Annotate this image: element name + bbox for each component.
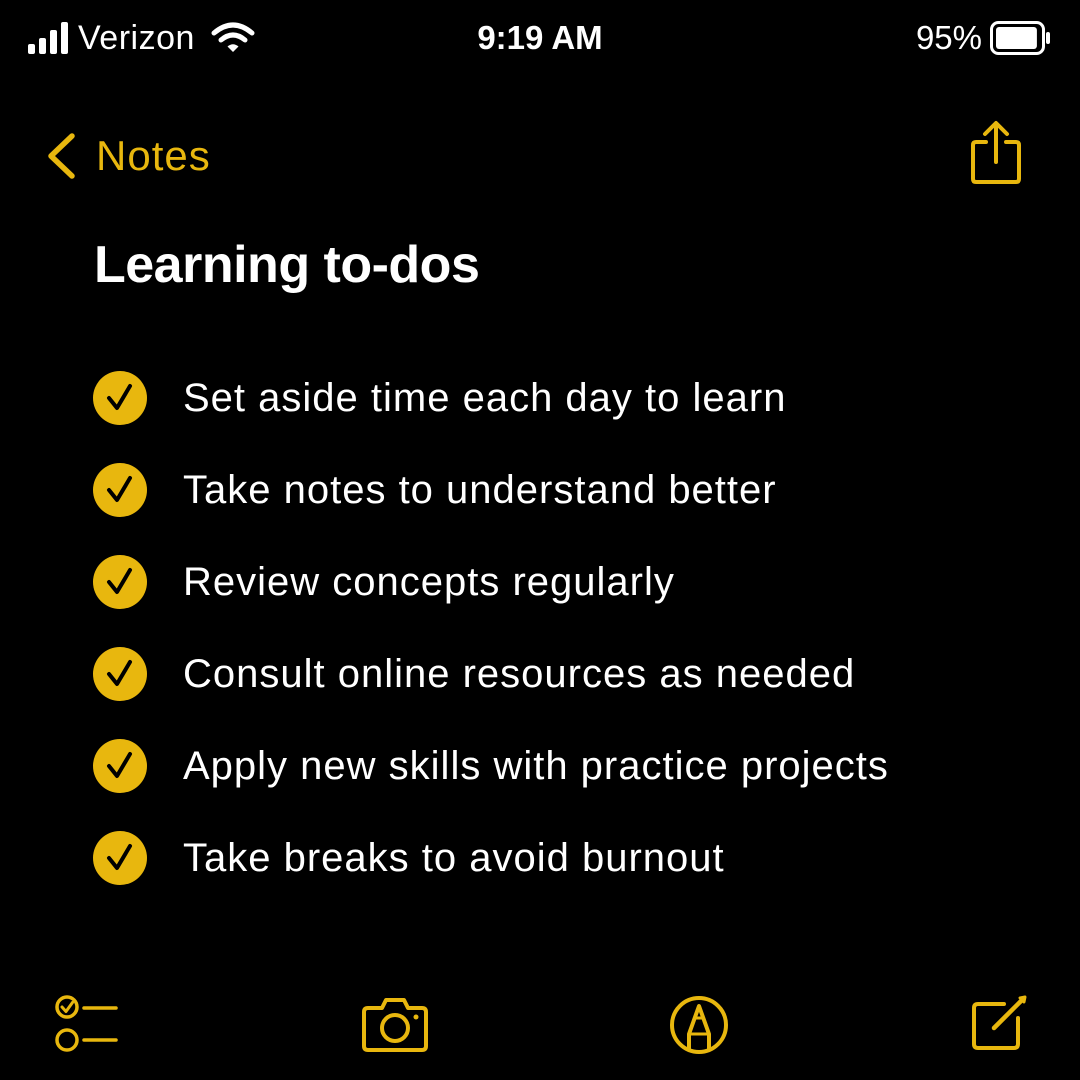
compose-button[interactable]: [970, 994, 1030, 1052]
checklist: Set aside time each day to learn Take no…: [92, 352, 889, 904]
checklist-item: Set aside time each day to learn: [92, 352, 889, 444]
checklist-item: Take notes to understand better: [92, 444, 889, 536]
checked-circle-icon[interactable]: [92, 462, 148, 518]
back-button[interactable]: Notes: [44, 126, 211, 186]
markup-button[interactable]: [668, 994, 730, 1056]
note-title[interactable]: Learning to-dos: [94, 232, 480, 298]
checklist-item-text[interactable]: Take breaks to avoid burnout: [183, 830, 725, 886]
camera-icon: [362, 998, 428, 1052]
checklist-icon: [55, 995, 118, 1052]
status-bar: Verizon 9:19 AM 95%: [0, 0, 1080, 76]
battery-percentage: 95%: [915, 19, 982, 56]
battery-icon: [990, 21, 1050, 55]
checklist-item-text[interactable]: Consult online resources as needed: [183, 646, 855, 702]
camera-button[interactable]: [360, 996, 430, 1054]
status-right: 95%: [916, 18, 1052, 58]
back-button-label: Notes: [96, 132, 211, 179]
checked-circle-icon[interactable]: [92, 646, 148, 702]
checklist-item-text[interactable]: Set aside time each day to learn: [183, 370, 786, 426]
checklist-item: Review concepts regularly: [92, 536, 889, 628]
checklist-item-text[interactable]: Apply new skills with practice projects: [183, 738, 889, 794]
checked-circle-icon[interactable]: [92, 738, 148, 794]
chevron-left-icon: [48, 133, 75, 179]
checked-circle-icon[interactable]: [92, 370, 148, 426]
share-button[interactable]: [966, 120, 1026, 186]
markup-pen-icon: [670, 996, 728, 1054]
compose-icon: [972, 995, 1027, 1050]
checklist-item: Apply new skills with practice projects: [92, 720, 889, 812]
checked-circle-icon[interactable]: [92, 554, 148, 610]
checked-circle-icon[interactable]: [92, 830, 148, 886]
checklist-item: Take breaks to avoid burnout: [92, 812, 889, 904]
checklist-item-text[interactable]: Review concepts regularly: [183, 554, 675, 610]
share-icon: [971, 121, 1021, 184]
checklist-item-text[interactable]: Take notes to understand better: [183, 462, 777, 518]
checklist-button[interactable]: [54, 994, 120, 1056]
checklist-item: Consult online resources as needed: [92, 628, 889, 720]
